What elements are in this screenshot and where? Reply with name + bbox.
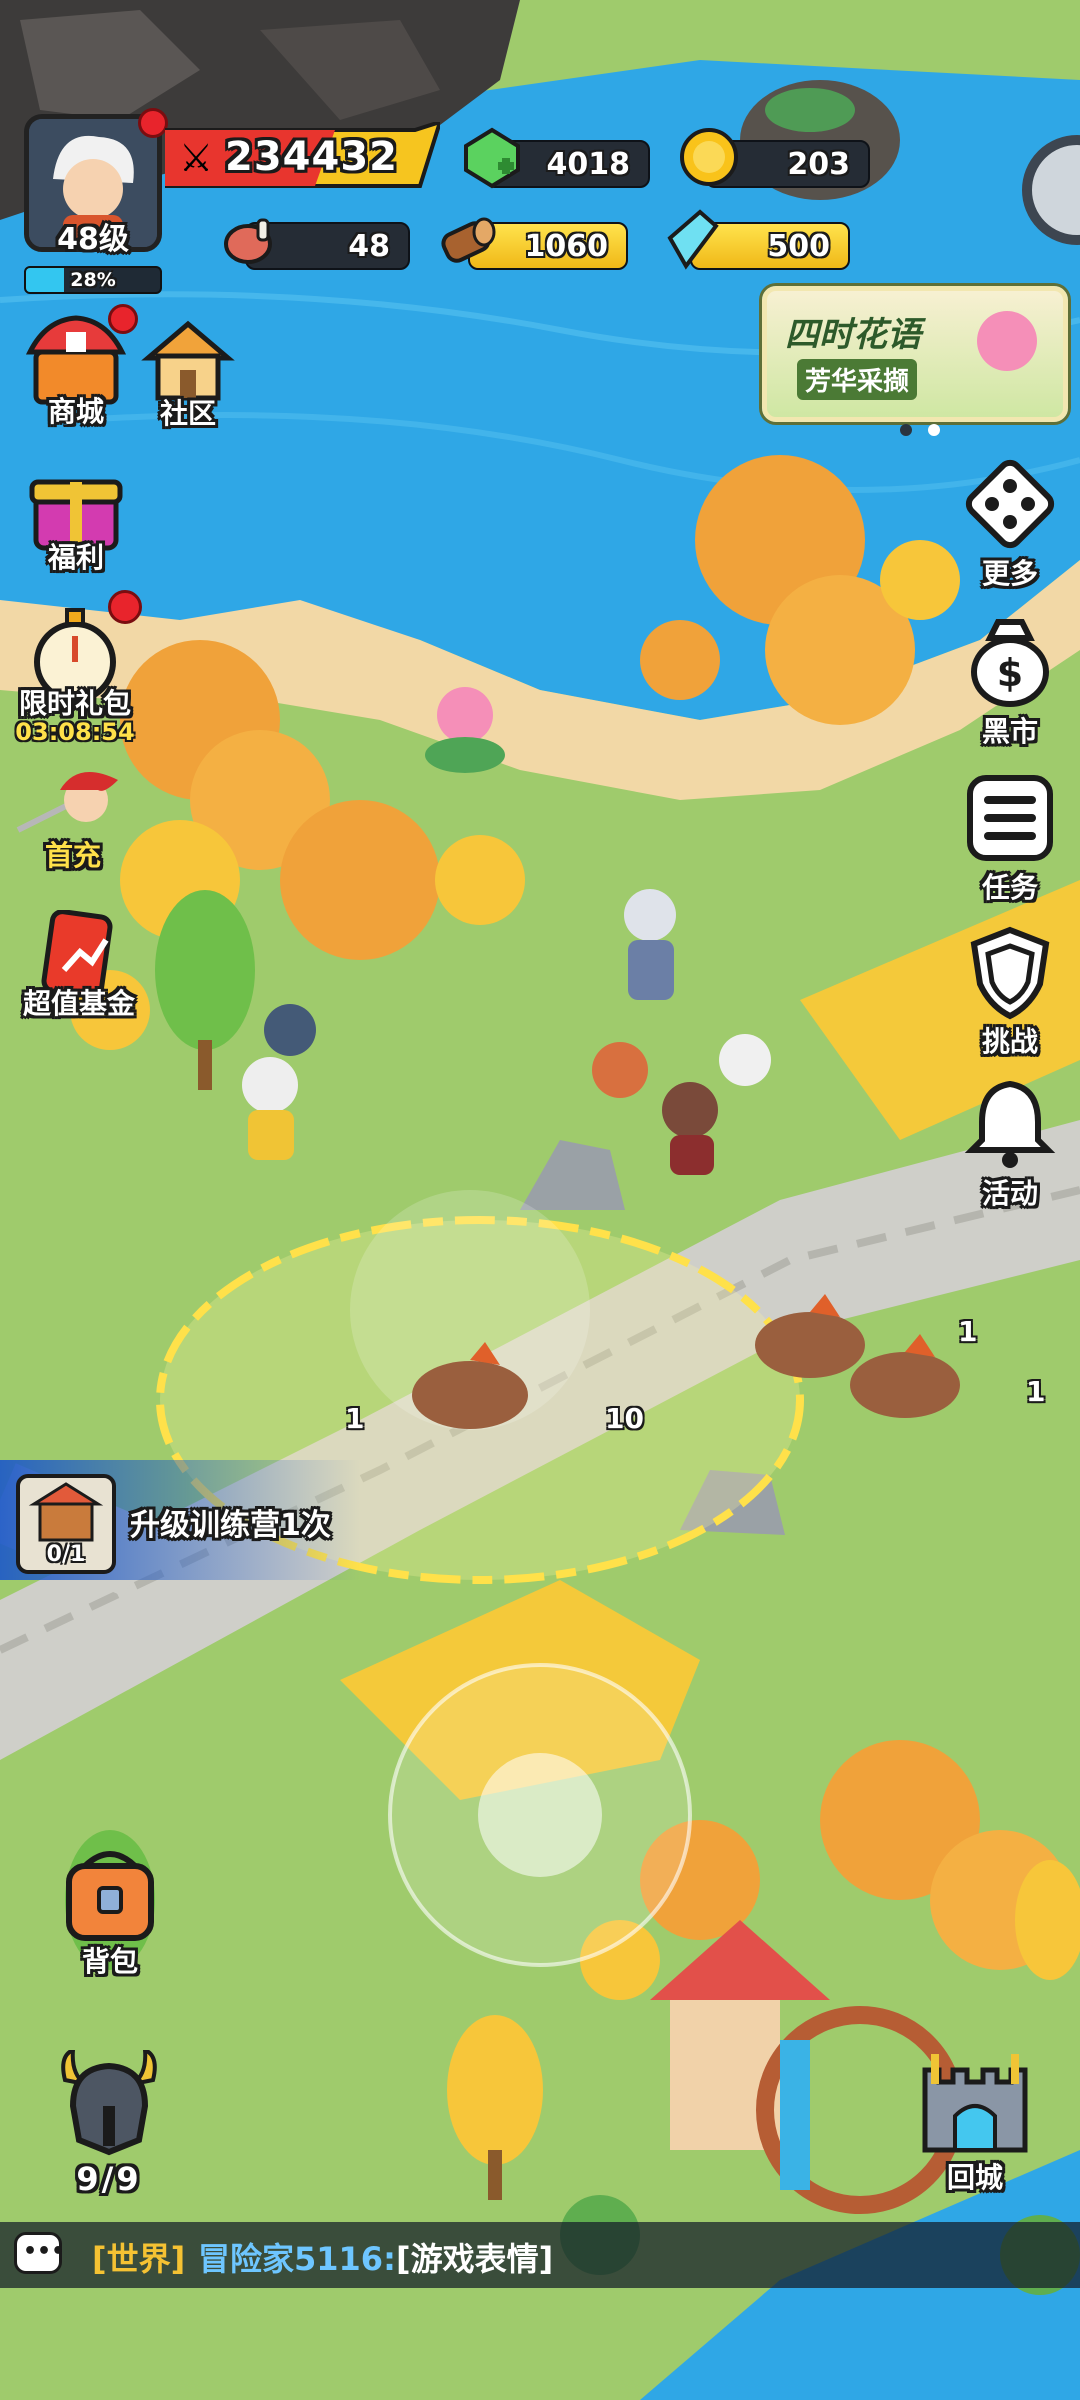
shield-icon [970, 926, 1050, 1020]
wood-log-icon [441, 217, 496, 263]
crossed-swords-icon: ⚔ [179, 136, 214, 180]
event-subtitle: 芳华采撷 [797, 359, 918, 400]
chat-message: [游戏表情] [396, 2240, 554, 2278]
gold-count: 203 [787, 147, 850, 182]
enemy-count-label: 1 [1026, 1375, 1046, 1408]
heroes-count: 9/9 [76, 2160, 142, 2198]
svg-text:$: $ [997, 651, 1023, 695]
welfare-label: 福利 [47, 541, 104, 574]
castle-gate-icon [922, 2054, 1028, 2153]
meat-icon [224, 218, 272, 264]
welfare-button[interactable]: 福利 [26, 458, 130, 574]
limited-pack-button[interactable]: 限时礼包 03:08:54 [10, 606, 140, 752]
return-city-label: 回城 [946, 2161, 1003, 2194]
shop-notification-dot [108, 304, 138, 334]
task-list-icon [967, 775, 1053, 861]
community-label: 社区 [159, 397, 216, 430]
xp-progress-bar: 28% [24, 266, 162, 294]
tasks-label: 任务 [981, 871, 1038, 904]
limited-pack-notification-dot [108, 590, 142, 624]
world-chat-bar[interactable]: ••• [世界] 冒险家5116: [游戏表情] [0, 2222, 1080, 2288]
more-grid-icon [965, 459, 1055, 549]
banner-page-dot-1[interactable] [900, 424, 912, 436]
value-fund-button[interactable]: 超值基金 [14, 910, 144, 1026]
bell-icon [964, 1080, 1056, 1168]
joystick-knob [478, 1753, 602, 1877]
enemy-count-label: 1 [345, 1402, 365, 1435]
avatar-notification-dot [138, 108, 168, 138]
combat-power-banner: ⚔ 234432 [165, 122, 440, 194]
gem-count: 4018 [546, 147, 631, 182]
black-market-button[interactable]: $ 黑市 [950, 612, 1070, 752]
chat-channel: [世界] [92, 2240, 186, 2278]
flower-icon [977, 311, 1037, 371]
lotus-flower [437, 687, 493, 743]
shop-label: 商城 [47, 395, 104, 428]
return-city-button[interactable]: 回城 [910, 2050, 1040, 2200]
quest-icon: 0/1 [16, 1474, 116, 1574]
backpack-button[interactable]: 背包 [50, 1848, 170, 1988]
limited-pack-label: 限时礼包 [18, 687, 131, 720]
backpack-label: 背包 [81, 1945, 138, 1978]
combat-power-value: 234432 [225, 134, 398, 180]
event-title: 四时花语 [785, 315, 921, 355]
gold-coin-icon [680, 128, 738, 186]
training-camp-icon [28, 1482, 104, 1542]
crystal-count: 500 [767, 229, 830, 264]
more-label: 更多 [981, 557, 1038, 590]
backpack-icon [66, 1851, 154, 1941]
xp-percent: 28% [70, 269, 116, 291]
blue-crystal-icon [667, 209, 719, 270]
first-recharge-button[interactable]: 首充 [8, 760, 138, 876]
more-button[interactable]: 更多 [950, 454, 1070, 594]
money-bag-icon: $ [971, 619, 1049, 707]
chat-sender: 冒险家5116: [198, 2240, 396, 2278]
challenge-button[interactable]: 挑战 [950, 922, 1070, 1062]
tasks-button[interactable]: 任务 [950, 768, 1070, 908]
viking-helmet-icon [61, 2050, 157, 2156]
green-gem-icon [464, 127, 520, 189]
quest-tracker[interactable]: 0/1 升级训练营1次 [0, 1460, 360, 1580]
heroes-button[interactable]: 9/9 [44, 2050, 174, 2200]
challenge-label: 挑战 [981, 1025, 1038, 1058]
quest-text: 升级训练营1次 [130, 1508, 331, 1543]
banner-page-dot-2[interactable] [928, 424, 940, 436]
meat-count: 48 [348, 229, 390, 264]
event-banner[interactable]: 四时花语 芳华采撷 [762, 286, 1068, 422]
community-button[interactable]: 社区 [140, 318, 244, 430]
first-recharge-label: 首充 [44, 839, 101, 872]
value-fund-label: 超值基金 [22, 987, 135, 1020]
player-level: 48级 [57, 222, 129, 257]
enemy-count-label: 10 [605, 1402, 644, 1435]
quest-progress: 0/1 [46, 1542, 86, 1567]
enemy-count-label: 1 [958, 1315, 978, 1348]
activity-button[interactable]: 活动 [950, 1074, 1070, 1214]
wood-count: 1060 [524, 229, 609, 264]
black-market-label: 黑市 [981, 715, 1038, 748]
activity-label: 活动 [981, 1177, 1038, 1210]
chat-bubble-icon[interactable]: ••• [14, 2232, 65, 2274]
limited-pack-timer: 03:08:54 [15, 718, 135, 746]
